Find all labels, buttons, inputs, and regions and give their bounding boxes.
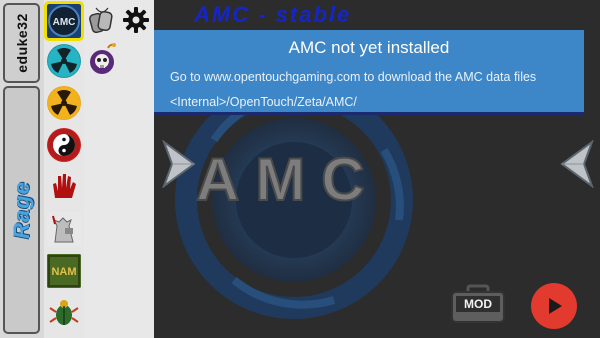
side-toolbar [84, 0, 154, 338]
svg-text:AMC: AMC [196, 146, 381, 213]
tab-eduke32-label: eduke32 [13, 13, 30, 73]
dog-tags-icon[interactable] [88, 6, 116, 36]
scarab-icon [47, 296, 81, 330]
radiation-blue-icon [48, 45, 80, 77]
blood-hand-icon [47, 170, 81, 204]
game-blood-hand-icon[interactable] [47, 170, 81, 204]
page-title: AMC - stable [194, 2, 352, 27]
play-icon [549, 298, 562, 314]
banner-download-text: Go to www.opentouchgaming.com to downloa… [170, 70, 537, 84]
mod-label: MOD [464, 297, 492, 311]
svg-text:AMC: AMC [53, 17, 76, 28]
game-dog-icon[interactable] [47, 212, 81, 246]
game-amc-icon[interactable]: AMC [44, 1, 84, 41]
banner-title: AMC not yet installed [288, 38, 450, 57]
game-radiation-yellow-icon[interactable] [47, 86, 81, 120]
skull-bomb-icon[interactable] [88, 42, 118, 76]
next-arrow-icon[interactable] [556, 139, 596, 189]
tab-eduke32[interactable]: eduke32 [3, 3, 40, 83]
game-nam-icon[interactable]: NAM [47, 254, 81, 288]
game-yin-yang-icon[interactable] [47, 128, 81, 162]
app-root: eduke32 Rage AMC NAM AMC AMC - stable AM… [0, 0, 600, 338]
yin-yang-icon [48, 129, 80, 161]
dog-icon [47, 212, 81, 246]
banner-path-text: <Internal>/OpenTouch/Zeta/AMC/ [170, 95, 357, 109]
game-radiation-blue-icon[interactable] [47, 44, 81, 78]
engine-tab-bar: eduke32 Rage [0, 0, 44, 338]
svg-text:NAM: NAM [51, 266, 76, 278]
mod-button[interactable]: MOD [450, 284, 506, 324]
radiation-yellow-icon [48, 87, 80, 119]
play-button[interactable] [531, 283, 577, 329]
install-notice-banner: AMC not yet installed Go to www.opentouc… [154, 30, 584, 115]
game-list: AMC NAM [44, 0, 84, 338]
previous-arrow-icon[interactable] [160, 139, 200, 189]
game-scarab-icon[interactable] [47, 296, 81, 330]
game-detail-panel: AMC AMC - stable AMC not yet installed G… [154, 0, 600, 338]
tab-rage-label: Rage [8, 181, 34, 239]
amc-logo-icon: AMC [48, 5, 80, 37]
tab-rage[interactable]: Rage [3, 86, 40, 334]
nam-icon: NAM [47, 254, 81, 288]
gear-icon[interactable] [122, 6, 150, 34]
